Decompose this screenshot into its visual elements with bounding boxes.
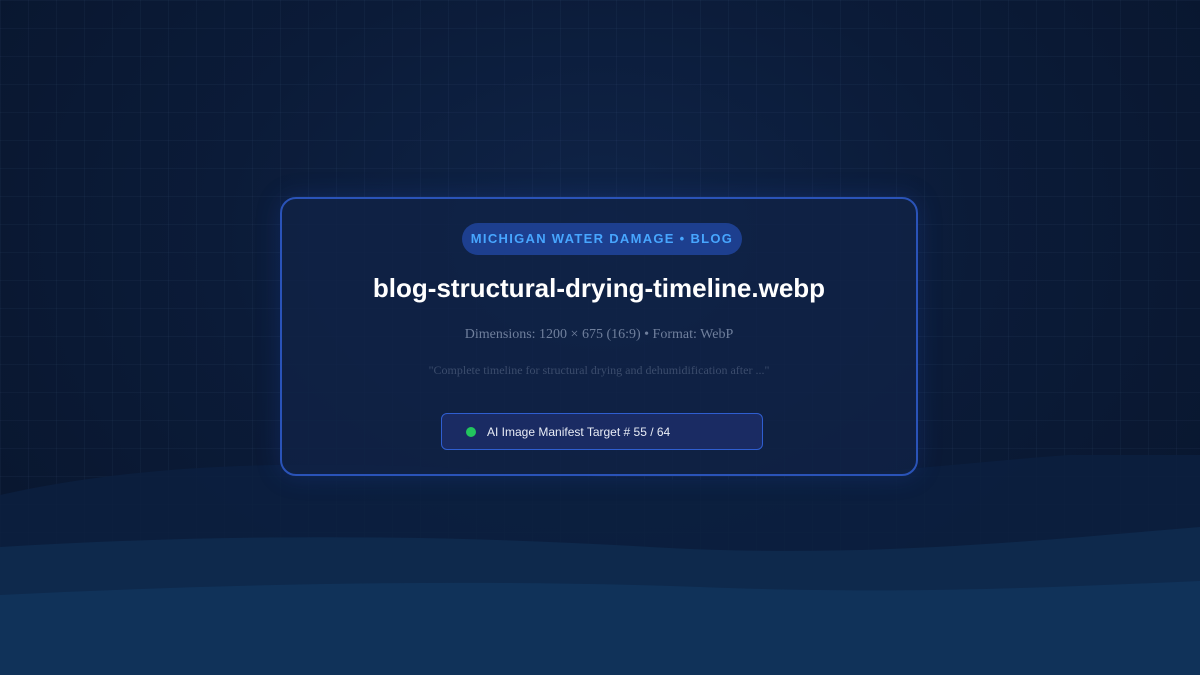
info-card: MICHIGAN WATER DAMAGE • BLOG blog-struct…: [280, 197, 918, 476]
file-title: blog-structural-drying-timeline.webp: [372, 273, 826, 303]
description-quote: "Complete timeline for structural drying…: [428, 363, 770, 377]
dimensions-text: Dimensions: 1200 × 675 (16:9) • Format: …: [464, 327, 734, 342]
background-waves: [0, 455, 1200, 675]
manifest-status-pill: AI Image Manifest Target # 55 / 64: [441, 413, 763, 450]
category-badge: MICHIGAN WATER DAMAGE • BLOG: [462, 223, 742, 255]
status-dot-icon: [466, 426, 476, 437]
manifest-label: AI Image Manifest Target # 55 / 64: [487, 424, 671, 439]
